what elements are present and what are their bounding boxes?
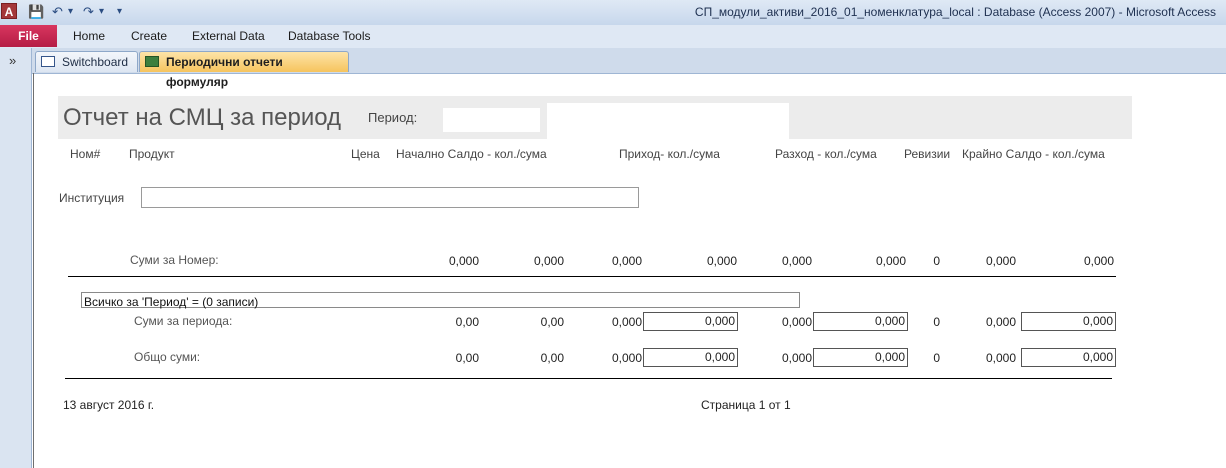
- total-records-line: Всичко за 'Период' = (0 записи): [81, 292, 800, 309]
- window-title: СП_модули_активи_2016_01_номенклатура_lo…: [694, 5, 1216, 19]
- period-from-value: [443, 108, 540, 132]
- grand-total-value-box: 0,000: [643, 348, 738, 367]
- customize-toolbar-icon[interactable]: ▾: [117, 6, 122, 17]
- column-header-expense: Разход - кол./сума: [775, 147, 877, 161]
- grand-total-value: 0,000: [985, 351, 1016, 365]
- tab-periodic-reports-form[interactable]: Периодични отчети формуляр: [139, 51, 349, 89]
- sum-by-period-value-box: 0,000: [1021, 312, 1116, 331]
- sum-by-number-value: 0,000: [781, 254, 812, 268]
- undo-icon[interactable]: ↶: [52, 4, 63, 20]
- tab-database-tools[interactable]: Database Tools: [288, 29, 371, 43]
- sum-by-period-value: 0,00: [455, 315, 479, 329]
- sum-by-number-label: Суми за Номер:: [130, 253, 219, 267]
- navigation-pane: [0, 48, 32, 468]
- report-date: 13 август 2016 г.: [63, 398, 155, 412]
- sum-by-number-value: 0,000: [611, 254, 642, 268]
- grand-total-value: 0: [933, 351, 940, 365]
- sum-by-number-value: 0,000: [985, 254, 1016, 268]
- sum-by-number-value: 0,000: [875, 254, 906, 268]
- sum-by-number-value: 0: [933, 254, 940, 268]
- column-header-product: Продукт: [129, 147, 175, 161]
- access-app-icon[interactable]: A: [1, 3, 17, 19]
- column-header-nom: Ном#: [70, 147, 101, 161]
- grand-total-value: 0,000: [611, 351, 642, 365]
- expand-nav-pane-icon[interactable]: »: [9, 53, 16, 68]
- sum-by-number-value: 0,000: [448, 254, 479, 268]
- page-number: Страница 1 от 1: [701, 398, 791, 412]
- sum-by-period-value: 0: [933, 315, 940, 329]
- ribbon-tab-row: [0, 25, 1226, 49]
- tab-create[interactable]: Create: [131, 29, 167, 43]
- sum-by-period-value: 0,000: [781, 315, 812, 329]
- column-header-income: Приход- кол./сума: [619, 147, 720, 161]
- grand-total-value: 0,00: [455, 351, 479, 365]
- sum-by-period-value: 0,00: [540, 315, 564, 329]
- redo-dropdown-icon[interactable]: ▾: [99, 6, 104, 17]
- sum-by-period-value: 0,000: [611, 315, 642, 329]
- column-header-closing-balance: Крайно Салдо - кол./сума: [962, 147, 1105, 161]
- institution-field: [141, 187, 639, 208]
- institution-label: Институция: [59, 191, 125, 205]
- tab-label: Периодични отчети формуляр: [166, 55, 283, 89]
- report-icon: [145, 56, 159, 67]
- column-header-revisions: Ревизии: [904, 147, 951, 161]
- grand-total-value: 0,00: [540, 351, 564, 365]
- column-header-price: Цена: [351, 147, 380, 161]
- sum-by-period-label: Суми за периода:: [134, 314, 233, 328]
- save-icon[interactable]: 💾: [28, 4, 44, 20]
- footer-divider: [65, 378, 1112, 379]
- sum-by-period-value: 0,000: [985, 315, 1016, 329]
- tab-label: Switchboard: [62, 55, 129, 69]
- period-to-value: [547, 103, 789, 139]
- section-divider: [68, 276, 1116, 277]
- sum-by-number-value: 0,000: [1083, 254, 1114, 268]
- grand-total-value: 0,000: [781, 351, 812, 365]
- sum-by-number-value: 0,000: [533, 254, 564, 268]
- grand-total-value-box: 0,000: [1021, 348, 1116, 367]
- grand-total-label: Общо суми:: [134, 350, 201, 364]
- sum-by-number-value: 0,000: [706, 254, 737, 268]
- sum-by-period-value-box: 0,000: [643, 312, 738, 331]
- redo-icon[interactable]: ↷: [83, 4, 94, 20]
- tab-external-data[interactable]: External Data: [192, 29, 265, 43]
- grand-total-value-box: 0,000: [813, 348, 908, 367]
- sum-by-period-value-box: 0,000: [813, 312, 908, 331]
- column-header-opening-balance: Начално Салдо - кол./сума: [396, 147, 547, 161]
- file-tab[interactable]: File: [0, 25, 57, 47]
- period-label: Период:: [368, 110, 418, 125]
- report-title: Отчет на СМЦ за период: [63, 104, 342, 131]
- form-icon: [41, 56, 55, 67]
- report-border: [33, 73, 34, 468]
- tab-switchboard[interactable]: Switchboard: [35, 51, 138, 72]
- undo-dropdown-icon[interactable]: ▾: [68, 6, 73, 17]
- tab-home[interactable]: Home: [73, 29, 105, 43]
